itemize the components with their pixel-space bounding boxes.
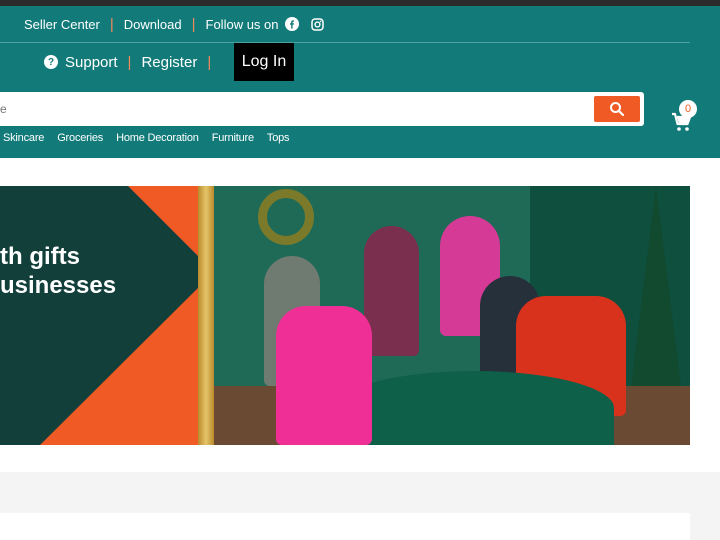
top-links-bar: Seller Center | Download | Follow us on [0,6,690,42]
separator: | [127,53,132,71]
content-card [0,513,690,540]
wreath [258,189,314,245]
dining-table [334,371,614,445]
category-furniture[interactable]: Furniture [212,132,254,144]
headline-line-2: usinesses [0,272,117,299]
separator: | [207,53,212,71]
search-button[interactable] [594,96,640,122]
headline-line-1: th gifts [0,243,80,270]
search-input[interactable] [0,92,580,126]
search-bar [0,92,644,126]
category-tops[interactable]: Tops [267,132,290,144]
banner-photo [214,186,690,445]
orange-triangle-top [128,186,198,256]
site-header: Seller Center | Download | Follow us on … [0,6,720,158]
person-figure [276,306,372,445]
category-skincare[interactable]: Skincare [3,132,44,144]
gold-stripe [198,186,214,445]
banner-text-panel: th gifts usinesses [0,186,200,445]
register-link[interactable]: Register [141,54,197,71]
search-icon [610,102,625,117]
follow-us-label: Follow us on [205,16,279,32]
help-icon: ? [44,55,58,69]
separator: | [191,15,196,33]
facebook-icon[interactable] [284,17,299,31]
account-bar: ? Support | Register | [44,42,221,82]
instagram-icon[interactable] [311,17,325,31]
category-nav: Skincare Groceries Home Decoration Furni… [3,132,302,144]
separator: | [109,15,114,33]
download-link[interactable]: Download [124,17,182,32]
login-button[interactable]: Log In [234,43,294,81]
support-link[interactable]: Support [65,54,118,71]
orange-triangle-bottom [40,286,200,445]
banner-headline: th gifts usinesses [0,242,116,300]
cart-count-badge: 0 [679,100,697,118]
category-home-decoration[interactable]: Home Decoration [116,132,199,144]
seller-center-link[interactable]: Seller Center [24,17,100,32]
person-figure [364,226,419,356]
promo-banner[interactable]: th gifts usinesses [0,186,690,445]
category-groceries[interactable]: Groceries [57,132,103,144]
